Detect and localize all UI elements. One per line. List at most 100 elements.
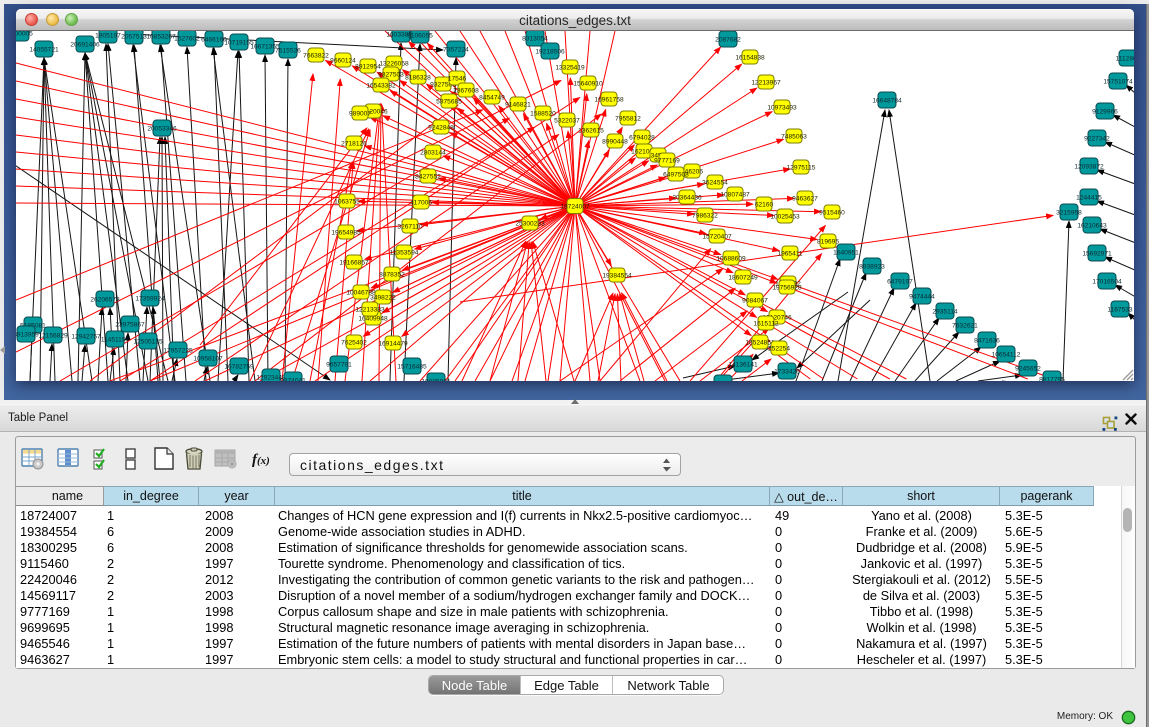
svg-text:1112804: 1112804 [1116,55,1134,62]
svg-text:9242848: 9242848 [428,124,454,131]
svg-text:7357224: 7357224 [443,46,469,53]
svg-text:5875685: 5875685 [436,98,462,105]
svg-text:9129966: 9129966 [1092,108,1118,115]
svg-text:989007: 989007 [349,110,371,117]
svg-text:10958107: 10958107 [193,355,223,362]
svg-text:6479197: 6479197 [887,278,913,285]
svg-text:1965411: 1965411 [777,250,803,257]
svg-text:1905197: 1905197 [95,32,121,39]
svg-text:9474444: 9474444 [909,293,935,300]
svg-text:8186328: 8186328 [405,74,431,81]
svg-text:9515460: 9515460 [819,209,845,216]
svg-text:16961758: 16961758 [594,96,624,103]
svg-text:10025453: 10025453 [770,213,800,220]
svg-text:7485063: 7485063 [781,133,807,140]
svg-text:10654112: 10654112 [992,351,1021,358]
svg-text:6466160: 6466160 [201,36,227,43]
svg-text:9100005: 9100005 [16,31,33,37]
svg-text:11353594: 11353594 [390,249,419,256]
svg-text:12093872: 12093872 [1074,163,1104,170]
svg-text:10853267: 10853267 [146,33,176,40]
svg-text:14136141: 14136141 [728,361,758,368]
svg-text:252254: 252254 [768,345,790,352]
svg-text:1615112: 1615112 [753,320,779,327]
svg-text:17546: 17546 [448,75,467,82]
svg-text:3624554: 3624554 [702,179,728,186]
svg-text:2057513: 2057513 [121,33,147,40]
svg-text:7955812: 7955812 [615,115,641,122]
svg-text:23975867: 23975867 [115,321,145,328]
svg-text:1167533: 1167533 [1107,306,1133,313]
svg-text:20053346: 20053346 [147,125,177,132]
svg-text:1733426: 1733426 [774,368,800,375]
svg-text:8912954: 8912954 [355,63,381,70]
svg-text:2718126: 2718126 [341,140,367,147]
svg-text:819695: 819695 [817,238,839,245]
svg-text:19384554: 19384554 [602,272,632,279]
svg-text:7986322: 7986322 [692,212,718,219]
svg-text:1239964: 1239964 [710,380,736,381]
svg-text:7515526: 7515526 [275,47,301,54]
svg-text:1244415: 1244415 [1076,194,1102,201]
svg-text:10973493: 10973493 [767,104,797,111]
svg-text:8454749: 8454749 [479,94,505,101]
svg-text:17957225: 17957225 [163,347,193,354]
svg-text:9227342: 9227342 [1084,135,1110,142]
svg-text:17359924: 17359924 [135,295,165,302]
svg-text:6497508: 6497508 [663,171,689,178]
svg-text:1588520: 1588520 [530,110,556,117]
svg-text:9657791: 9657791 [326,361,352,368]
svg-text:10688609: 10688609 [716,255,746,262]
svg-text:25300233: 25300233 [515,220,545,227]
svg-text:9463627: 9463627 [792,195,818,202]
svg-text:7632621: 7632621 [952,322,978,329]
svg-text:8313054: 8313054 [522,35,548,42]
svg-text:8878352: 8878352 [379,271,405,278]
svg-text:15751074: 15751074 [1103,78,1133,85]
svg-text:12975115: 12975115 [787,164,816,171]
svg-text:16154838: 16154838 [735,54,765,61]
svg-text:18724007: 18724007 [560,203,590,210]
svg-text:62160: 62160 [755,201,774,208]
svg-text:3913959: 3913959 [16,331,39,338]
svg-text:12156829: 12156829 [38,332,68,339]
svg-text:7625402: 7625402 [341,339,367,346]
svg-text:16914479: 16914479 [378,340,408,347]
svg-text:15720407: 15720407 [702,233,732,240]
svg-text:15640910: 15640910 [573,80,603,87]
svg-text:12942757: 12942757 [71,333,101,340]
svg-text:13325419: 13325419 [555,64,585,71]
svg-text:2367608: 2367608 [453,87,479,94]
svg-text:3215958: 3215958 [1056,209,1082,216]
svg-text:10807487: 10807487 [720,191,750,198]
svg-text:19756928: 19756928 [772,284,802,291]
svg-text:9777169: 9777169 [654,157,680,164]
svg-text:18607249: 18607249 [728,274,758,281]
svg-text:8990448: 8990448 [602,138,628,145]
svg-text:1362615: 1362615 [578,127,604,134]
svg-text:7663822: 7663822 [303,52,329,59]
svg-text:417006: 417006 [410,199,432,206]
svg-text:12505135: 12505135 [133,338,163,345]
svg-text:13226058: 13226058 [379,60,409,67]
svg-text:6794028: 6794028 [629,134,655,141]
svg-text:2087682: 2087682 [715,36,741,43]
svg-text:16543382: 16543382 [366,82,396,89]
svg-text:11451154: 11451154 [101,336,130,343]
svg-text:16210643: 16210643 [1077,222,1107,229]
svg-text:8427552: 8427552 [415,173,441,180]
svg-text:18885901: 18885901 [421,378,451,381]
svg-text:14055721: 14055721 [29,46,59,53]
svg-text:9106055: 9106055 [407,32,433,39]
svg-text:16782759: 16782759 [224,363,254,370]
svg-text:26206578: 26206578 [90,296,120,303]
svg-text:8471636: 8471636 [974,337,1000,344]
svg-text:16648784: 16648784 [872,97,902,104]
svg-text:17016504: 17016504 [1092,278,1122,285]
svg-text:9084067: 9084067 [742,297,768,304]
svg-text:9374041: 9374041 [280,377,306,381]
svg-text:3267110: 3267110 [397,223,423,230]
svg-text:1063755: 1063755 [334,198,360,205]
svg-text:12213383: 12213383 [355,306,385,313]
svg-text:9245652: 9245652 [1015,365,1041,372]
